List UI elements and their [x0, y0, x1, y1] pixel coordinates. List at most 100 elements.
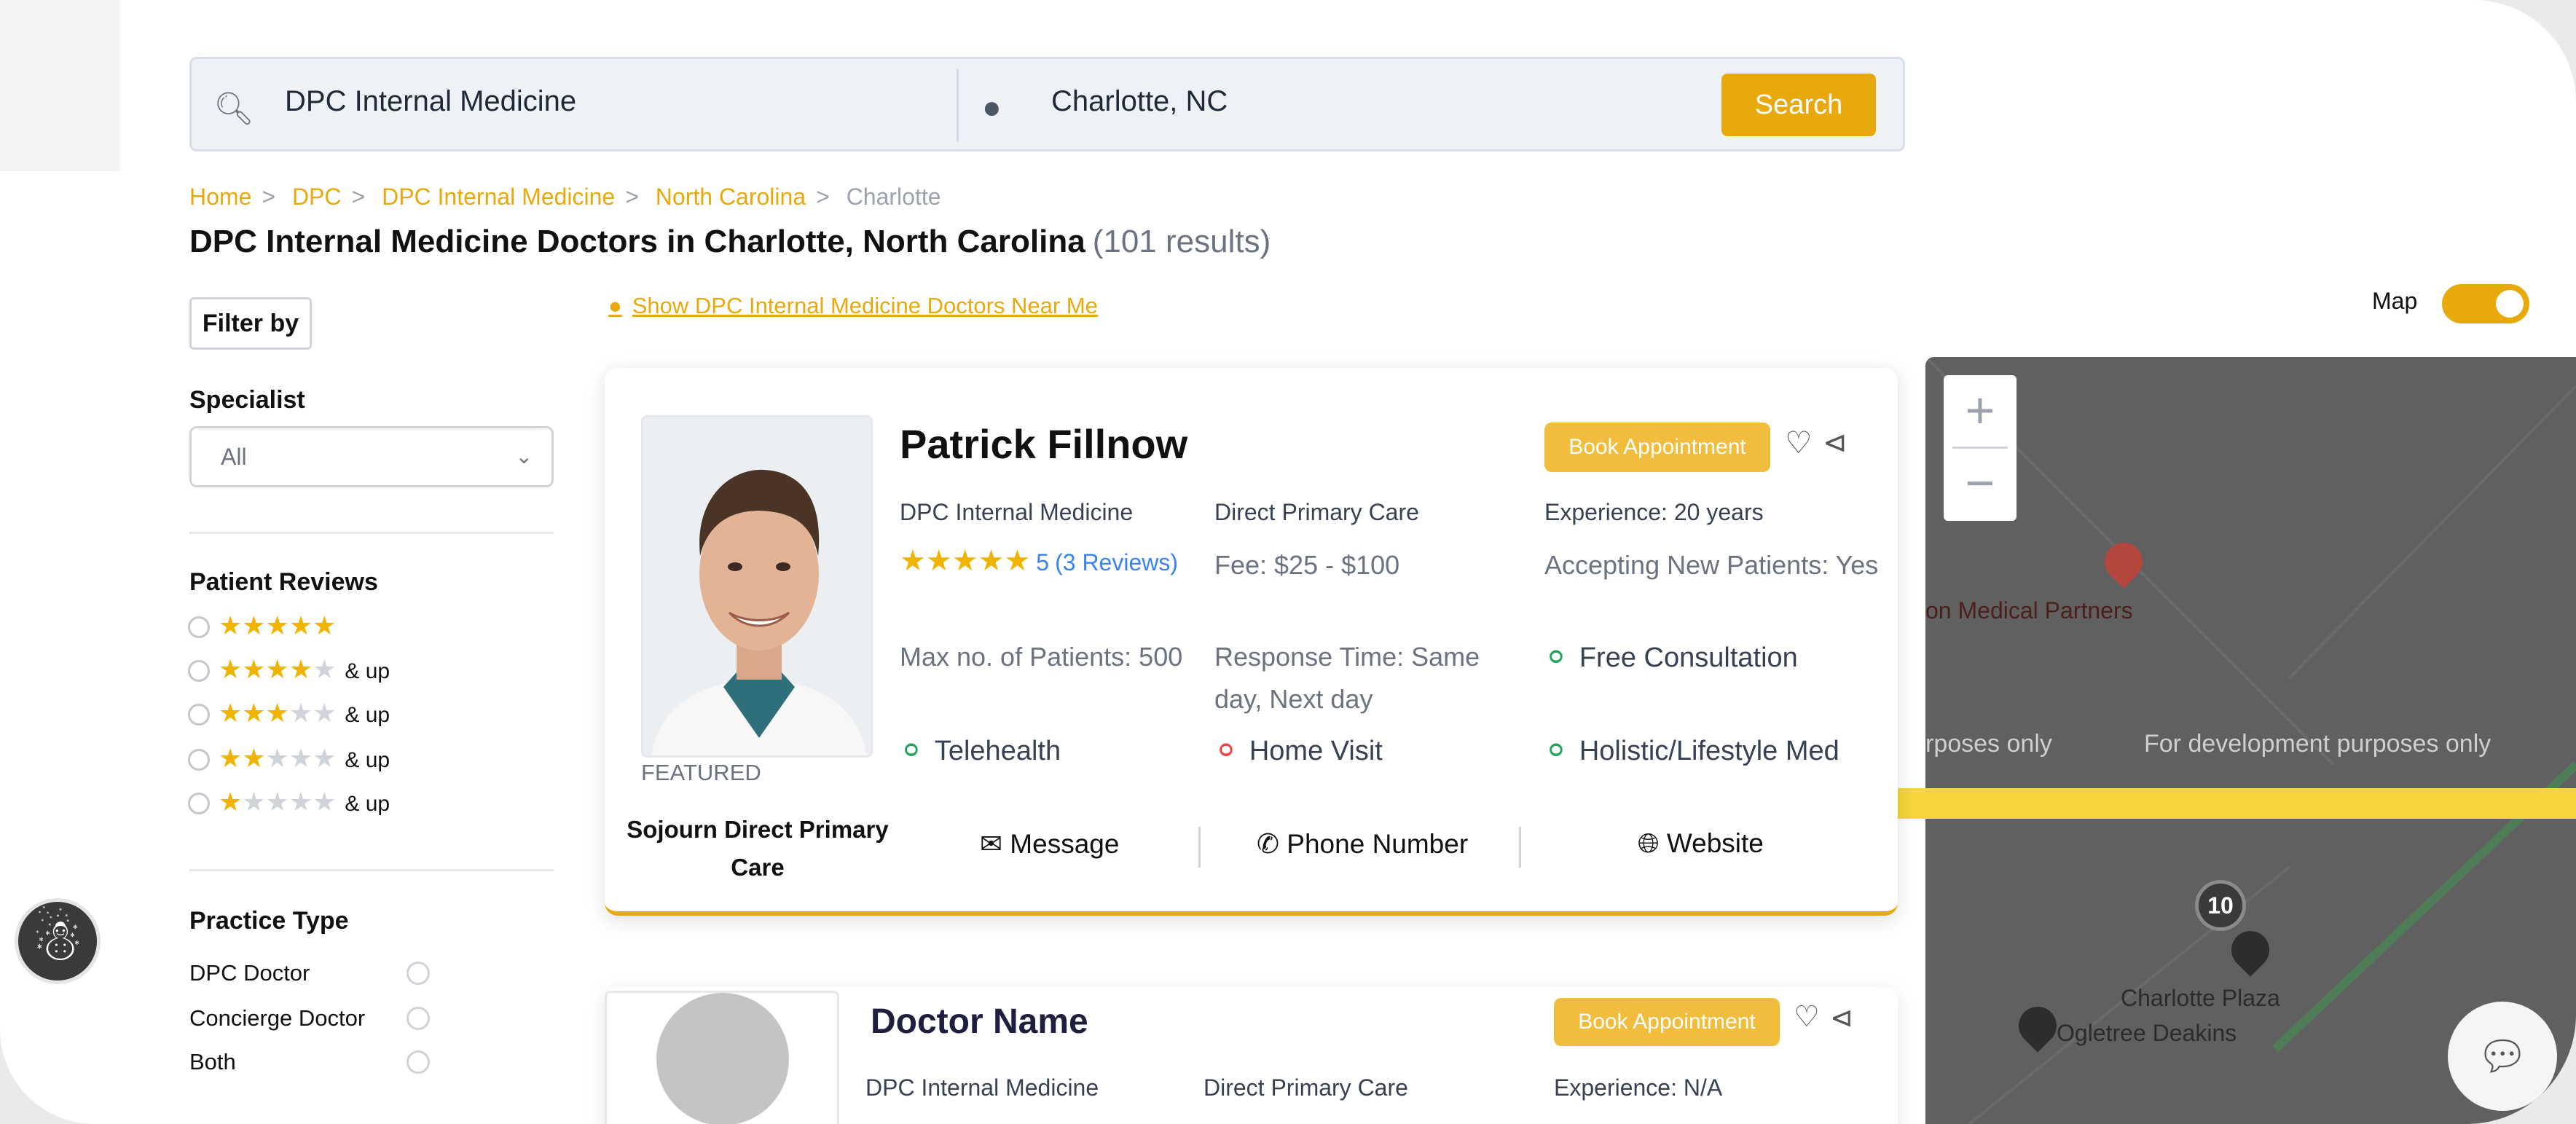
doctor-photo — [641, 415, 873, 758]
breadcrumb-home[interactable]: Home — [189, 184, 251, 210]
home-visit-badge: ⚪︎ Home Visit — [1214, 734, 1383, 767]
review-suffix: & up — [345, 792, 390, 816]
review-suffix: & up — [345, 703, 390, 727]
map-toggle[interactable] — [2442, 284, 2529, 323]
review-option-1[interactable]: ★★★★★ & up — [188, 787, 390, 817]
response-time: Response Time: Same day, Next day — [1214, 642, 1480, 714]
chevron-down-icon: ⌄ — [515, 445, 533, 468]
rating-stars: ★★★★★ 5 (3 Reviews) — [900, 545, 1179, 577]
search-icon: 🔍︎ — [213, 91, 254, 127]
doctor-specialty: DPC Internal Medicine — [865, 1074, 1099, 1101]
practice-name: Sojourn Direct Primary Care — [627, 816, 889, 881]
radio-3[interactable] — [188, 704, 210, 726]
map-cluster-marker[interactable]: 10 — [2195, 880, 2246, 931]
radio-4[interactable] — [188, 660, 210, 683]
zoom-in-button[interactable]: + — [1944, 375, 2017, 448]
search-button[interactable]: Search — [1721, 74, 1876, 136]
search-bar: 🔍︎ DPC Internal Medicine ● Charlotte, NC… — [189, 57, 1905, 152]
breadcrumb-state[interactable]: North Carolina — [656, 184, 806, 210]
breadcrumb: Home > DPC > DPC Internal Medicine > North … — [189, 184, 941, 210]
message-button[interactable]: ✉︎ Message — [980, 828, 1119, 860]
doctor-portrait — [643, 417, 871, 755]
badge-label: Home Visit — [1249, 736, 1383, 766]
toggle-knob — [2496, 290, 2524, 318]
phone-icon: ✆︎ — [1257, 829, 1280, 859]
search-input[interactable]: DPC Internal Medicine — [285, 85, 576, 118]
practice-type-heading: Practice Type — [189, 907, 349, 935]
zoom-control: + − — [1944, 375, 2017, 521]
location-input[interactable]: Charlotte, NC — [1051, 85, 1228, 118]
action-divider — [1519, 827, 1521, 868]
filter-by-button[interactable]: Filter by — [189, 297, 312, 350]
doctor-card[interactable]: FEATURED Sojourn Direct Primary Care Pat… — [605, 368, 1898, 916]
search-divider — [957, 69, 959, 142]
doctor-experience: Experience: N/A — [1554, 1074, 1723, 1101]
radio-dpc[interactable] — [407, 962, 430, 985]
zoom-out-button[interactable]: − — [1944, 448, 2017, 521]
share-icon[interactable]: ⊲ — [1830, 1002, 1853, 1034]
max-patients: Max no. of Patients: 500 — [900, 642, 1183, 672]
radio-1[interactable] — [188, 793, 210, 815]
app-window: 🔍︎ DPC Internal Medicine ● Charlotte, NC… — [0, 0, 2576, 1124]
free-consultation-badge: ⚪︎ Free Consultation — [1544, 641, 1798, 674]
award-icon: ⚪︎ — [1214, 736, 1238, 766]
practice-type-option[interactable]: Concierge Doctor — [189, 1005, 437, 1031]
heart-icon[interactable]: ♡ — [1785, 425, 1813, 460]
radio-5[interactable] — [188, 616, 210, 639]
map-place-label: Ogletree Deakins — [2057, 1020, 2237, 1046]
practice-type-option[interactable]: Both — [189, 1049, 437, 1075]
map-watermark: rposes only — [1925, 730, 2052, 758]
accessibility-icon[interactable]: ☃︎ — [15, 898, 101, 984]
map-toggle-label: Map — [2372, 288, 2418, 314]
heart-icon[interactable]: ♡ — [1794, 1000, 1820, 1034]
highlight-bar — [1794, 788, 2576, 819]
website-button[interactable]: 🌐︎ Website — [1638, 828, 1764, 860]
review-option-4[interactable]: ★★★★★ & up — [188, 654, 390, 685]
book-appointment-button[interactable]: Book Appointment — [1544, 423, 1770, 472]
review-option-2[interactable]: ★★★★★ & up — [188, 743, 390, 774]
share-icon[interactable]: ⊲ — [1823, 426, 1847, 460]
breadcrumb-dpc[interactable]: DPC — [292, 184, 342, 210]
result-count: (101 results) — [1092, 224, 1271, 259]
phone-label: Phone Number — [1287, 829, 1469, 859]
doctor-card[interactable]: Doctor Name Book Appointment ♡ ⊲ DPC Int… — [605, 987, 1898, 1124]
specialist-select[interactable]: All ⌄ — [189, 426, 554, 487]
breadcrumb-specialty[interactable]: DPC Internal Medicine — [382, 184, 615, 210]
book-appointment-button[interactable]: Book Appointment — [1554, 998, 1780, 1046]
radio-concierge[interactable] — [407, 1007, 430, 1030]
doctor-name[interactable]: Patrick Fillnow — [900, 420, 1187, 468]
review-suffix: & up — [345, 748, 390, 772]
near-me-link[interactable]: ● Show DPC Internal Medicine Doctors Near… — [608, 293, 1098, 319]
page-title: DPC Internal Medicine Doctors in Charlot… — [189, 224, 1271, 260]
avatar-placeholder — [605, 991, 839, 1124]
radio-both[interactable] — [407, 1050, 430, 1074]
message-label: Message — [1010, 829, 1120, 859]
radio-2[interactable] — [188, 749, 210, 771]
chat-icon[interactable]: 💬︎ — [2448, 1002, 2557, 1111]
doctor-name[interactable]: Doctor Name — [871, 1002, 1088, 1042]
location-pin-icon: ● — [608, 293, 622, 318]
badge-label: Telehealth — [934, 736, 1061, 766]
badge-label: Holistic/Lifestyle Med — [1579, 736, 1839, 766]
practice-type-label: Both — [189, 1049, 236, 1074]
review-option-3[interactable]: ★★★★★ & up — [188, 698, 390, 728]
review-suffix: & up — [345, 659, 390, 683]
practice-type-option[interactable]: DPC Doctor — [189, 960, 437, 986]
award-icon: ⚪︎ — [900, 736, 923, 766]
website-label: Website — [1666, 828, 1764, 858]
patient-reviews-heading: Patient Reviews — [189, 568, 378, 596]
divider — [189, 869, 554, 871]
map-place-label: Charlotte Plaza — [2121, 985, 2280, 1011]
phone-number-button[interactable]: ✆︎ Phone Number — [1257, 828, 1468, 860]
doctor-experience: Experience: 20 years — [1544, 499, 1764, 525]
doctor-care-type: Direct Primary Care — [1203, 1074, 1408, 1101]
specialist-heading: Specialist — [189, 386, 305, 414]
review-option-5[interactable]: ★★★★★ — [188, 610, 336, 641]
reviews-link[interactable]: (3 Reviews) — [1055, 549, 1178, 575]
doctor-specialty: DPC Internal Medicine — [900, 499, 1134, 525]
featured-label: FEATURED — [641, 760, 761, 785]
near-me-text[interactable]: Show DPC Internal Medicine Doctors Near … — [632, 293, 1098, 318]
holistic-badge: ⚪︎ Holistic/Lifestyle Med — [1544, 734, 1839, 767]
doctor-care-type: Direct Primary Care — [1214, 499, 1419, 525]
practice-type-label: Concierge Doctor — [189, 1005, 366, 1031]
